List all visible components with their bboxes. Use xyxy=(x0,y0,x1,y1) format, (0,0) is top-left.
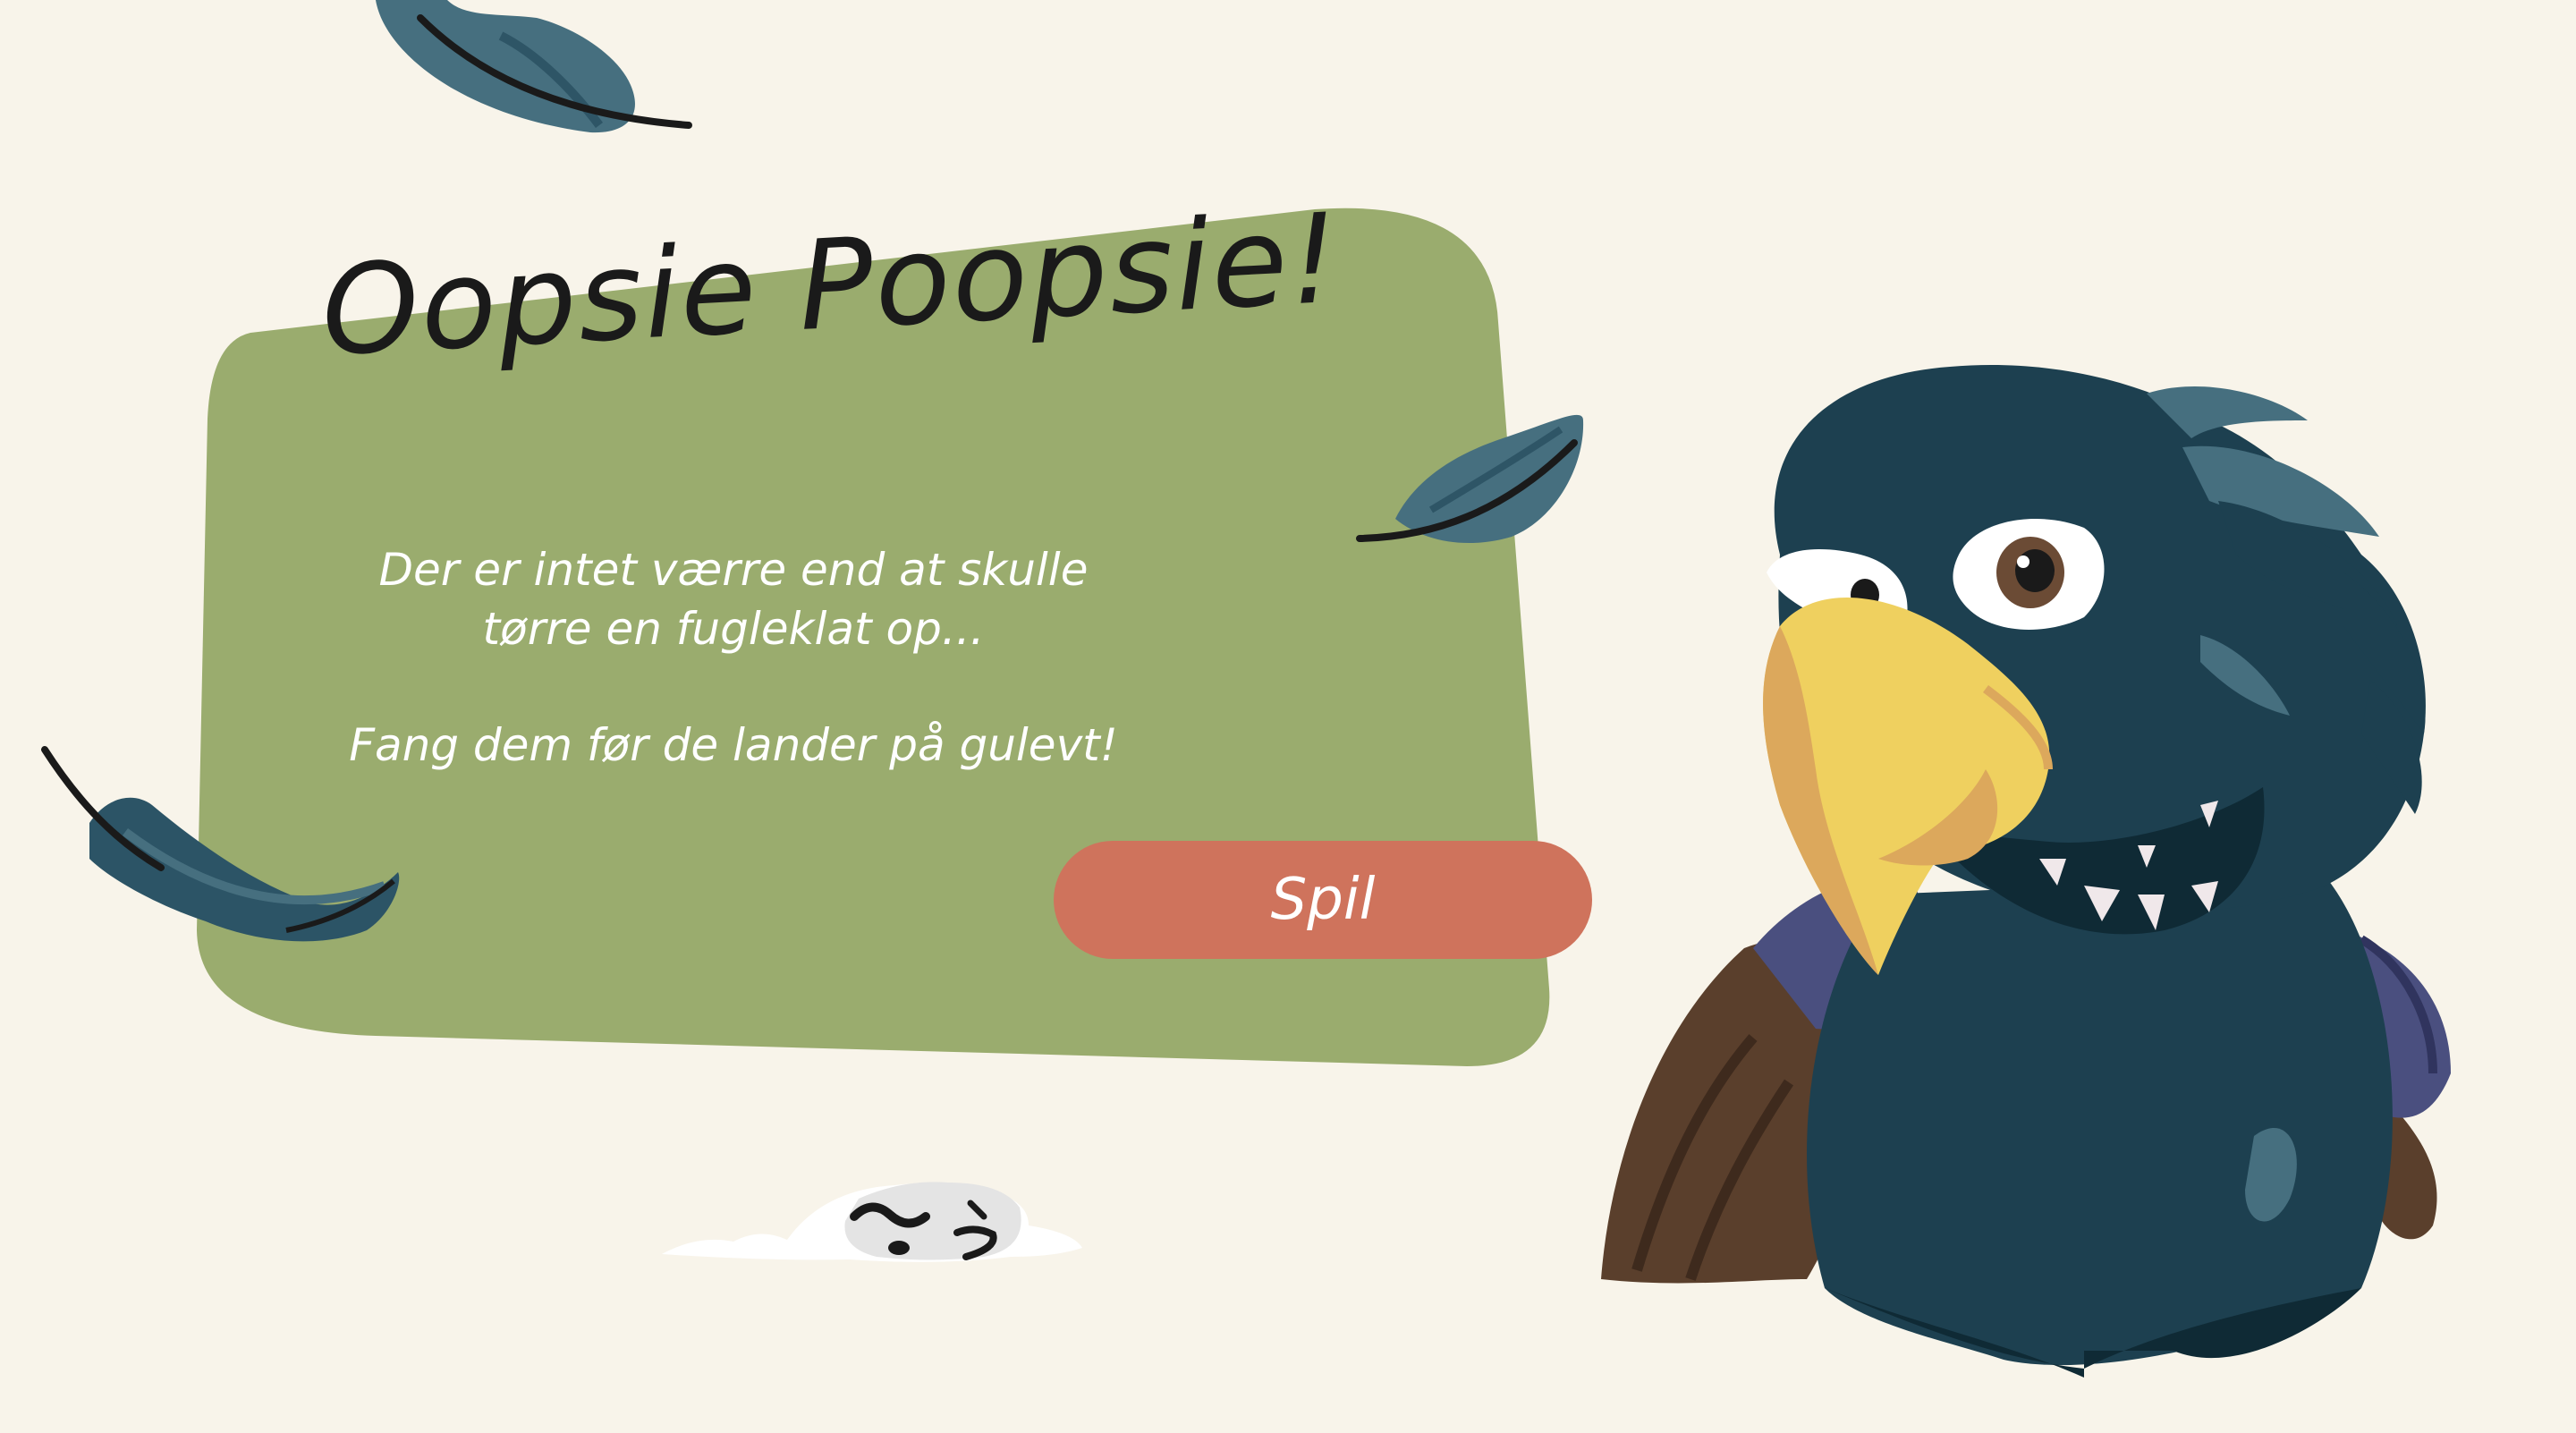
instruction-message: Fang dem før de lander på gulevt! xyxy=(349,719,1118,771)
play-button[interactable]: Spil xyxy=(1054,841,1592,959)
intro-message: Der er intet værre end at skulle tørre e… xyxy=(378,544,1089,655)
start-screen: Oopsie Poopsie! Der er intet værre end a… xyxy=(0,0,2576,1433)
